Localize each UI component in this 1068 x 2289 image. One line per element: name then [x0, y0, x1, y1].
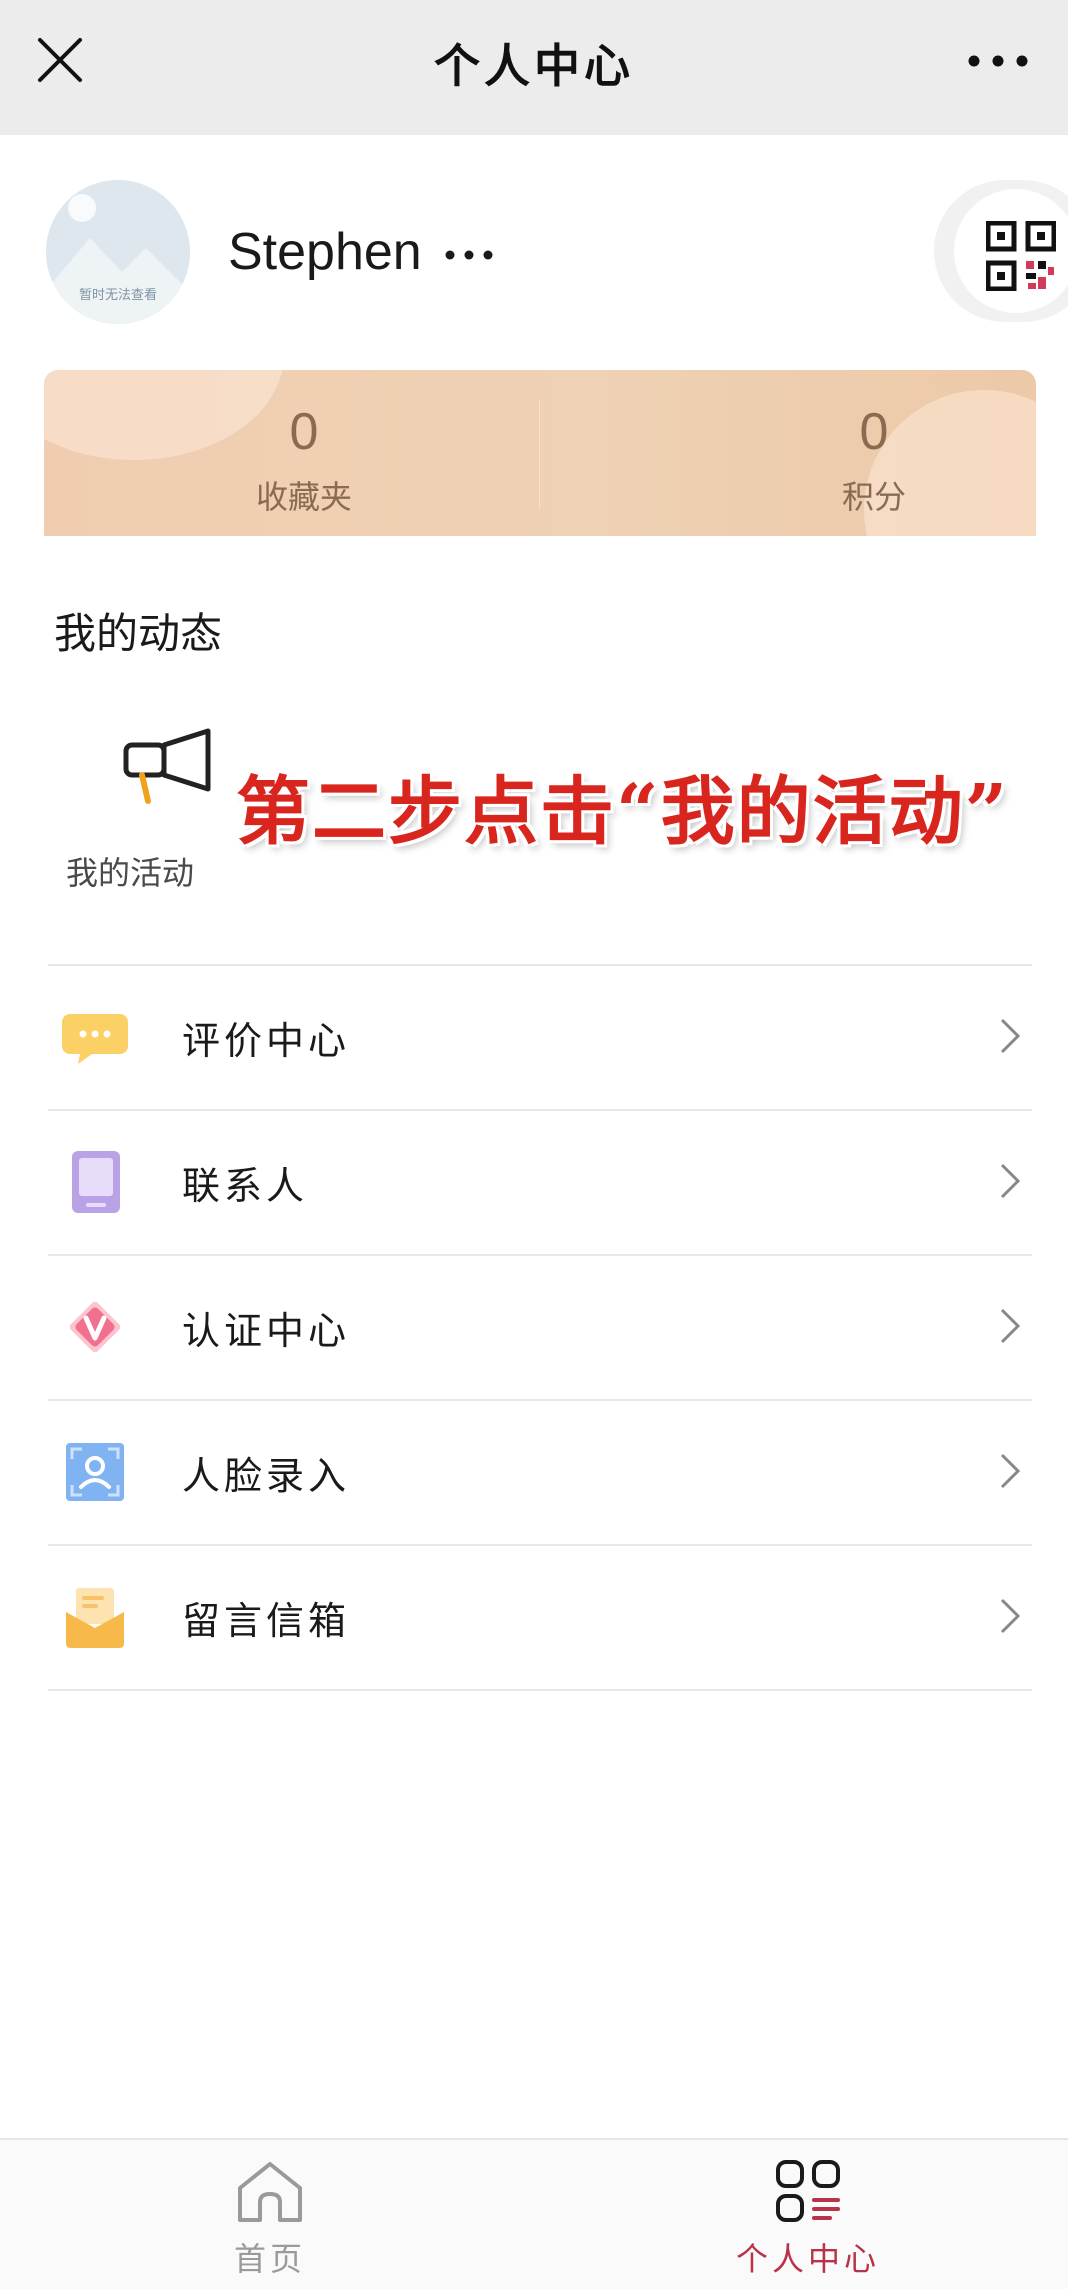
- stat-favorites[interactable]: 0 收藏夹: [154, 406, 454, 518]
- home-icon: [238, 2162, 302, 2222]
- tutorial-annotation: 第二步点击“我的活动”: [236, 769, 1010, 855]
- menu-item-label: 联系人: [182, 1164, 309, 1208]
- chevron-right-icon: [1000, 1163, 1021, 1199]
- chat-bubble-icon: [62, 1014, 128, 1064]
- stat-value: 0: [859, 403, 889, 461]
- qr-code-button-wrap: [934, 180, 1068, 322]
- chevron-right-icon: [1000, 1018, 1021, 1054]
- menu-item-face-enrollment[interactable]: 人脸录入: [48, 1399, 1032, 1544]
- activity-item-my-activity[interactable]: 我的活动: [66, 848, 194, 894]
- stat-label: 积分: [841, 478, 906, 516]
- menu-item-label: 评价中心: [182, 1019, 351, 1063]
- chevron-right-icon: [1000, 1598, 1021, 1634]
- menu-item-review-center[interactable]: 评价中心: [48, 964, 1032, 1109]
- tab-home[interactable]: 首页: [170, 2158, 370, 2280]
- tab-label: 个人中心: [735, 2240, 880, 2278]
- qr-code-button[interactable]: [954, 189, 1068, 313]
- menu-item-label: 留言信箱: [182, 1599, 351, 1643]
- avatar[interactable]: 暂时无法查看: [46, 180, 190, 324]
- tab-label: 首页: [233, 2240, 306, 2278]
- menu-list: 评价中心 联系人 认证中心 人脸录入 留言信箱: [48, 964, 1032, 1691]
- chevron-right-icon: [1000, 1308, 1021, 1344]
- stat-label: 收藏夹: [255, 478, 352, 516]
- top-navigation-bar: 个人中心: [0, 0, 1068, 135]
- megaphone-icon[interactable]: [120, 725, 220, 813]
- section-title-dynamics: 我的动态: [54, 609, 223, 658]
- face-scan-icon: [66, 1443, 124, 1501]
- stat-points[interactable]: 0 积分: [724, 406, 1024, 518]
- contact-book-icon: [72, 1151, 120, 1213]
- menu-item-label: 人脸录入: [182, 1454, 351, 1498]
- chevron-right-icon: [1000, 1453, 1021, 1489]
- menu-item-verification-center[interactable]: 认证中心: [48, 1254, 1032, 1399]
- tab-personal-center[interactable]: 个人中心: [708, 2158, 908, 2280]
- bottom-tab-bar: 首页 个人中心: [0, 2138, 1068, 2289]
- page-title: 个人中心: [434, 39, 634, 93]
- menu-item-label: 认证中心: [182, 1309, 351, 1353]
- qr-code-icon: [986, 221, 1056, 291]
- mail-envelope-icon: [66, 1588, 124, 1648]
- username: Stephen: [228, 223, 422, 281]
- more-horizontal-icon[interactable]: [965, 50, 1031, 72]
- menu-item-message-box[interactable]: 留言信箱: [48, 1544, 1032, 1691]
- avatar-placeholder-text: 暂时无法查看: [78, 288, 157, 303]
- menu-item-contacts[interactable]: 联系人: [48, 1109, 1032, 1254]
- stats-card: 0 收藏夹 0 积分: [44, 370, 1036, 540]
- verified-v-icon: [69, 1301, 121, 1353]
- personal-center-icon: [776, 2160, 840, 2222]
- stat-value: 0: [289, 403, 319, 461]
- stats-divider: [539, 400, 540, 510]
- more-horizontal-icon[interactable]: [443, 248, 495, 262]
